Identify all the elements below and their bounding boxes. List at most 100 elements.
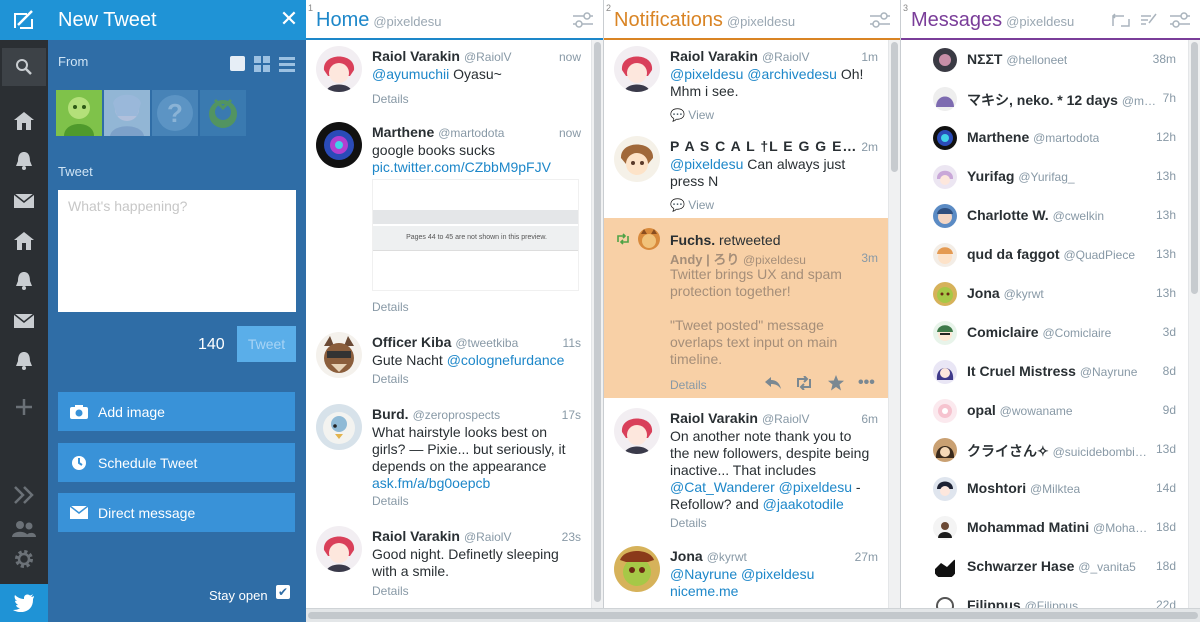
tweet-author[interactable]: Raiol Varakin @RaiolV [372, 528, 511, 544]
tweet-time[interactable]: 11s [563, 336, 581, 350]
retweet-action-icon[interactable] [795, 375, 813, 393]
tweet-input[interactable] [58, 190, 296, 312]
notifications-icon[interactable] [0, 262, 48, 300]
tweet[interactable]: Burd. @zeroprospects 17s What hairstyle l… [306, 398, 591, 520]
tweet-author[interactable]: Burd. @zeroprospects [372, 406, 500, 422]
retweeter-avatar[interactable] [638, 228, 660, 250]
view-conversation[interactable]: 💬 View [670, 108, 714, 122]
tweet-time[interactable]: now [559, 50, 581, 64]
details-link[interactable]: Details [372, 494, 409, 508]
mention-link[interactable]: @jaakotodile [763, 496, 844, 512]
tweet-author[interactable]: Officer Kiba @tweetkiba [372, 334, 518, 350]
close-icon[interactable]: ✕ [278, 8, 300, 30]
link[interactable]: ask.fm/a/bg0oepcb [372, 475, 490, 491]
message-thread[interactable]: Mohammad Matini @Moha… 18d [901, 508, 1188, 547]
avatar[interactable] [614, 136, 660, 182]
details-link[interactable]: Details [372, 92, 409, 106]
details-link[interactable]: Details [372, 584, 409, 598]
tweet-time[interactable]: now [559, 126, 581, 140]
message-thread[interactable]: Yurifag @Yurifag_ 13h [901, 157, 1188, 196]
message-thread[interactable]: Moshtori @Milktea 14d [901, 469, 1188, 508]
tweet-author[interactable]: P A S C A L †L E G G E… [670, 138, 857, 154]
message-thread[interactable]: Marthene @martodota 12h [901, 118, 1188, 157]
mark-all-read-icon[interactable] [1140, 12, 1158, 31]
message-thread[interactable]: Filippus @Filippus 22d [901, 586, 1188, 608]
notifications-icon[interactable] [0, 342, 48, 380]
notifications-icon[interactable] [0, 142, 48, 180]
message-thread[interactable]: Comiclaire @Comiclaire 3d [901, 313, 1188, 352]
notification-item[interactable]: Raiol Varakin @RaiolV 1m @pixeldesu @arch… [604, 40, 888, 128]
add-column-icon[interactable] [0, 388, 48, 426]
account-avatar[interactable] [56, 90, 102, 136]
retweet-notification[interactable]: Fuchs. retweeted Andy | ろり @pixeldesu 3m… [604, 218, 888, 398]
message-thread[interactable]: opal @wowaname 9d [901, 391, 1188, 430]
scrollbar[interactable] [591, 40, 603, 608]
details-link[interactable]: Details [670, 516, 707, 530]
horizontal-scrollbar[interactable] [306, 608, 1200, 622]
single-account-view-icon[interactable] [230, 56, 245, 74]
message-thread[interactable]: Charlotte W. @cwelkin 13h [901, 196, 1188, 235]
notification-item[interactable]: Raiol Varakin @RaiolV 6m On another note … [604, 402, 888, 538]
tweet-button[interactable]: Tweet [237, 326, 296, 362]
tweet[interactable]: Raiol Varakin @RaiolV now @ayumuchii Oyas… [306, 40, 591, 112]
tweet-time[interactable]: 3m [861, 251, 878, 265]
column-options-icon[interactable] [573, 12, 593, 31]
notification-item[interactable]: P A S C A L †L E G G E… 2m @pixeldesu Ca… [604, 130, 888, 218]
avatar[interactable] [316, 122, 362, 168]
message-thread[interactable]: Schwarzer Hase @_vanita5 18d [901, 547, 1188, 586]
stay-open-checkbox[interactable]: ✔ [276, 585, 290, 599]
avatar[interactable] [316, 332, 362, 378]
details-link[interactable]: Details [372, 372, 409, 386]
tweet-time[interactable]: 1m [861, 50, 878, 64]
tweet[interactable]: Marthene @martodota now google books suck… [306, 116, 591, 322]
grid-view-icon[interactable] [254, 56, 270, 75]
home-icon[interactable] [0, 102, 48, 140]
tweet-author[interactable]: Raiol Varakin @RaiolV [372, 48, 511, 64]
avatar[interactable] [316, 404, 362, 450]
settings-icon[interactable] [0, 540, 48, 578]
view-conversation[interactable]: 💬 View [670, 198, 714, 212]
new-message-icon[interactable] [1111, 13, 1130, 30]
notification-item[interactable]: Jona @kyrwt 27m @Nayrune @pixeldesu niceme… [604, 540, 888, 608]
tweet-author[interactable]: Marthene @martodota [372, 124, 504, 140]
logo-icon[interactable] [0, 0, 48, 40]
message-thread[interactable]: マキシ, neko. * 12 days @m… 7h [901, 79, 1188, 118]
media-link[interactable]: pic.twitter.com/CZbbM9pFJV [372, 159, 551, 175]
list-view-icon[interactable] [279, 56, 295, 75]
message-thread[interactable]: It Cruel Mistress @Nayrune 8d [901, 352, 1188, 391]
scrollbar[interactable] [1188, 40, 1200, 608]
media-preview[interactable]: Pages 44 to 45 are not shown in this pre… [372, 179, 579, 291]
expand-icon[interactable] [0, 476, 48, 514]
account-avatar[interactable] [200, 90, 246, 136]
add-image-button[interactable]: Add image [58, 392, 295, 431]
mention-link[interactable]: @Cat_Wanderer @pixeldesu [670, 479, 852, 495]
avatar[interactable] [614, 408, 660, 454]
message-thread[interactable]: qud da faggot @QuadPiece 13h [901, 235, 1188, 274]
favorite-icon[interactable] [828, 375, 844, 394]
tweet-author[interactable]: Raiol Varakin @RaiolV [670, 410, 809, 426]
mention-link[interactable]: @Nayrune @pixeldesu [670, 566, 814, 582]
tweet-time[interactable]: 23s [562, 530, 581, 544]
tweet-time[interactable]: 17s [562, 408, 581, 422]
link[interactable]: niceme.me [670, 583, 738, 599]
tweet-time[interactable]: 27m [855, 550, 878, 564]
avatar[interactable] [614, 46, 660, 92]
message-thread[interactable]: NΣΣT @helloneet 38m [901, 40, 1188, 79]
tweet[interactable]: Officer Kiba @tweetkiba 11s Gute Nacht @c… [306, 326, 591, 396]
mention-link[interactable]: @pixeldesu [670, 156, 743, 172]
mention-link[interactable]: @ayumuchii [372, 66, 449, 82]
twitter-bird-icon[interactable] [0, 584, 48, 622]
column-options-icon[interactable] [870, 12, 890, 31]
reply-icon[interactable] [764, 376, 782, 393]
direct-message-button[interactable]: Direct message [58, 493, 295, 532]
message-thread[interactable]: クライさん✧ @suicidebombi… 13d [901, 430, 1188, 469]
details-link[interactable]: Details [372, 300, 409, 314]
messages-icon[interactable] [0, 302, 48, 340]
messages-icon[interactable] [0, 182, 48, 220]
scrollbar[interactable] [888, 40, 900, 608]
avatar[interactable] [316, 46, 362, 92]
search-icon[interactable] [2, 48, 46, 86]
avatar[interactable] [614, 546, 660, 592]
home-icon[interactable] [0, 222, 48, 260]
mention-link[interactable]: @pixeldesu @archivedesu [670, 66, 837, 82]
